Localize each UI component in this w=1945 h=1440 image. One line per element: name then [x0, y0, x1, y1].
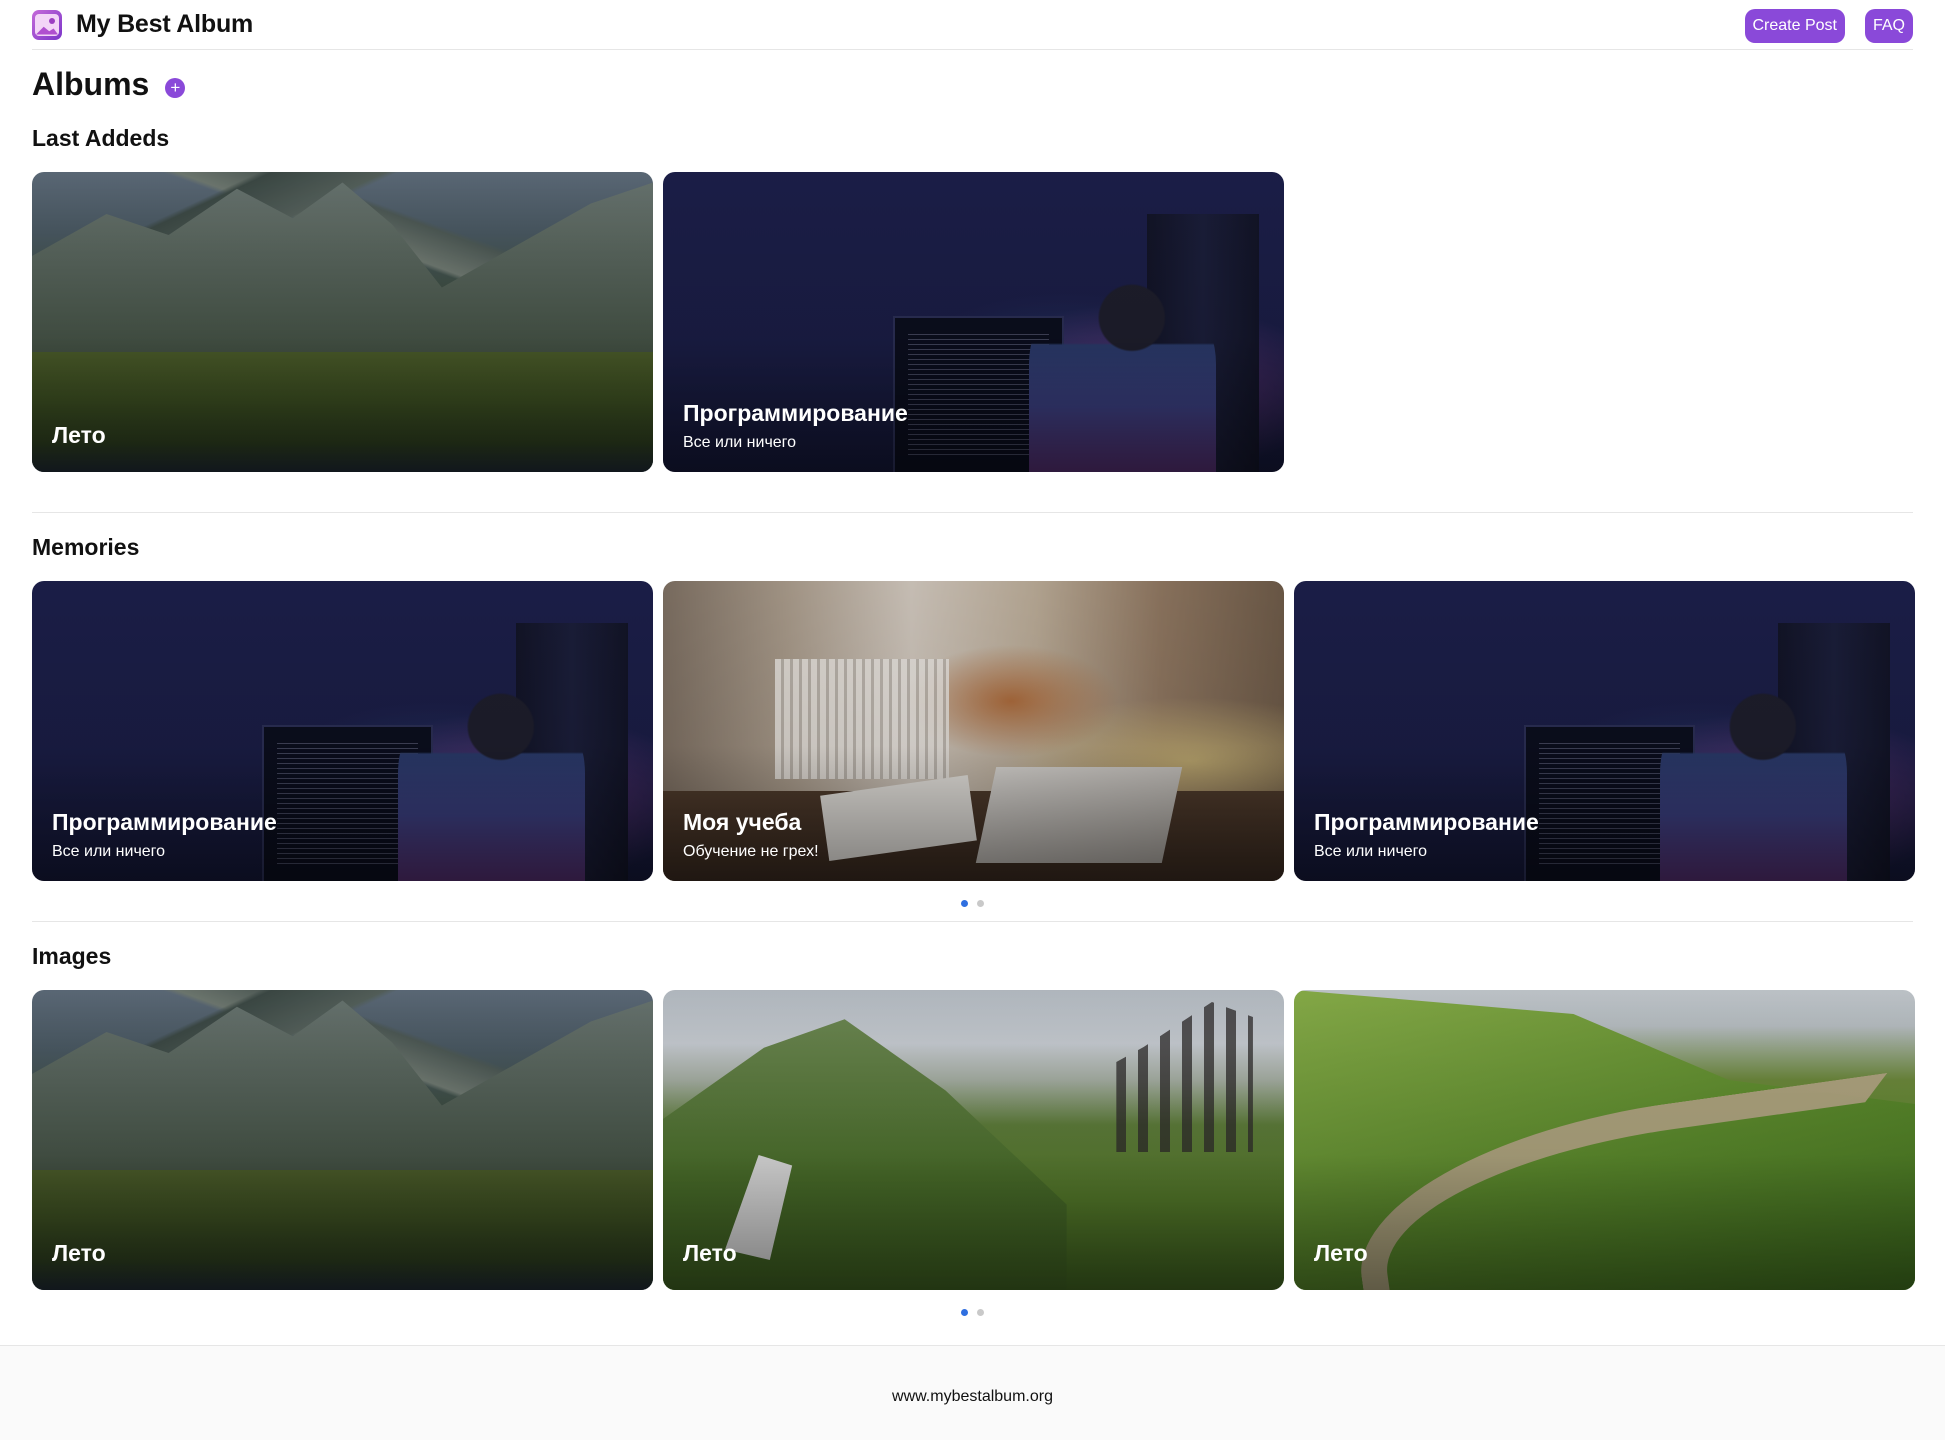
- album-card-label: Программирование Все или ничего: [52, 809, 277, 861]
- brand[interactable]: My Best Album: [32, 9, 254, 40]
- pagination-dot[interactable]: [977, 1309, 984, 1316]
- album-card-subtitle: Все или ничего: [1314, 843, 1428, 860]
- image-card-label: Лето: [683, 1240, 737, 1270]
- album-card[interactable]: Программирование Все или ничего: [663, 172, 1284, 472]
- pagination-dot[interactable]: [977, 900, 984, 907]
- pagination-dot[interactable]: [961, 1309, 968, 1316]
- footer-url-link[interactable]: www.mybestalbum.org: [0, 1388, 1945, 1406]
- section-divider: [32, 921, 1913, 922]
- album-card[interactable]: Программирование Все или ничего: [1294, 581, 1915, 881]
- album-card-label: Лето: [52, 422, 106, 452]
- pagination-dot[interactable]: [961, 900, 968, 907]
- album-card-title: Лето: [52, 422, 106, 448]
- album-card-title: Программирование: [683, 400, 908, 426]
- album-card[interactable]: Лето: [32, 172, 653, 472]
- image-card-title: Лето: [52, 1240, 106, 1266]
- album-card-subtitle: Обучение не грех!: [683, 843, 819, 860]
- album-card-label: Программирование Все или ничего: [683, 400, 908, 452]
- section-title-memories: Memories: [32, 534, 140, 560]
- album-card-subtitle: Все или ничего: [683, 434, 797, 451]
- section-divider: [32, 512, 1913, 513]
- image-card-title: Лето: [1314, 1240, 1368, 1266]
- image-card-label: Лето: [1314, 1240, 1368, 1270]
- create-post-button[interactable]: Create Post: [1744, 8, 1845, 43]
- last-addeds-row: Лето Программирование Все или ничего: [32, 172, 1284, 472]
- page-footer: www.mybestalbum.org: [0, 1345, 1945, 1440]
- album-card[interactable]: Моя учеба Обучение не грех!: [663, 581, 1284, 881]
- album-card-title: Программирование: [52, 809, 277, 835]
- album-card-label: Программирование Все или ничего: [1314, 809, 1539, 861]
- image-card[interactable]: Лето: [663, 990, 1284, 1290]
- add-album-plus-icon[interactable]: +: [165, 77, 186, 98]
- memories-row: Программирование Все или ничего Моя учеб…: [32, 581, 1915, 881]
- faq-button[interactable]: FAQ: [1864, 8, 1913, 43]
- memories-pagination: [0, 900, 1945, 907]
- brand-title: My Best Album: [76, 10, 254, 38]
- album-card[interactable]: Программирование Все или ничего: [32, 581, 653, 881]
- page-title: Albums: [32, 66, 150, 102]
- album-card-label: Моя учеба Обучение не грех!: [683, 809, 819, 861]
- images-pagination: [0, 1309, 1945, 1316]
- section-title-last-addeds: Last Addeds: [32, 125, 170, 151]
- image-card[interactable]: Лето: [1294, 990, 1915, 1290]
- album-card-subtitle: Все или ничего: [52, 843, 166, 860]
- image-card[interactable]: Лето: [32, 990, 653, 1290]
- page-title-row: Albums +: [32, 66, 186, 103]
- section-title-images: Images: [32, 943, 112, 969]
- album-card-title: Программирование: [1314, 809, 1539, 835]
- top-header: My Best Album Create Post FAQ: [32, 0, 1913, 50]
- image-card-title: Лето: [683, 1240, 737, 1266]
- image-card-label: Лето: [52, 1240, 106, 1270]
- images-row: Лето Лето Лето: [32, 990, 1915, 1290]
- header-nav: Create Post FAQ: [1744, 8, 1913, 43]
- album-card-title: Моя учеба: [683, 809, 802, 835]
- photo-album-logo-icon: [32, 9, 62, 40]
